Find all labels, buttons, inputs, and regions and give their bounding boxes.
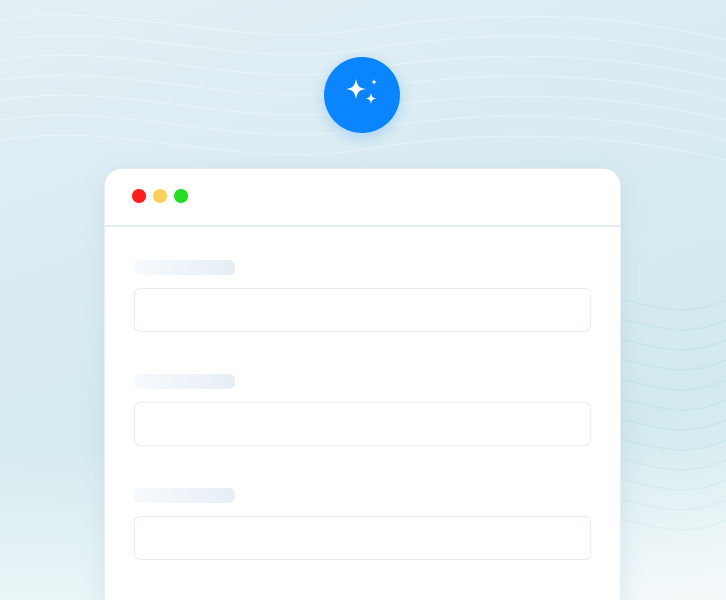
field-label-placeholder <box>134 488 235 503</box>
text-input-2[interactable] <box>134 402 591 446</box>
field-label-placeholder <box>134 374 235 389</box>
text-input-3[interactable] <box>134 516 591 560</box>
window-titlebar <box>105 169 620 227</box>
sparkles-icon <box>346 79 377 104</box>
form-field-3 <box>134 488 591 560</box>
minimize-window-button[interactable] <box>153 189 167 203</box>
field-label-placeholder <box>134 260 235 275</box>
form-field-1 <box>134 260 591 332</box>
app-window <box>104 168 621 600</box>
close-window-button[interactable] <box>132 189 146 203</box>
form-field-2 <box>134 374 591 446</box>
text-input-1[interactable] <box>134 288 591 332</box>
sparkle-badge <box>324 57 400 133</box>
maximize-window-button[interactable] <box>174 189 188 203</box>
